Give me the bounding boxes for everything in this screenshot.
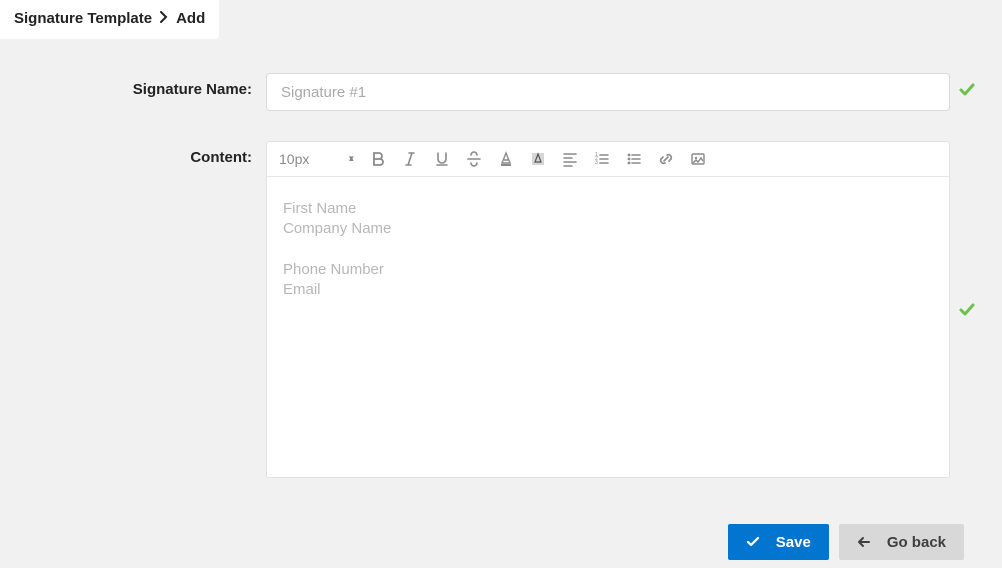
placeholder-first-name: First Name [283,199,933,219]
placeholder-company: Company Name [283,219,933,239]
form: Signature Name: Content: 10px ▲▼ [0,39,1002,518]
field-content: 10px ▲▼ [266,141,950,478]
link-icon[interactable] [657,150,675,168]
row-content: Content: 10px ▲▼ [18,141,984,478]
fontsize-select[interactable]: 10px ▲▼ [279,151,355,167]
underline-icon[interactable] [433,150,451,168]
editor-content[interactable]: First Name Company Name Phone Number Ema… [267,177,949,477]
valid-check-icon [950,301,984,319]
label-content: Content: [18,141,266,166]
label-signature-name: Signature Name: [18,73,266,98]
go-back-button[interactable]: Go back [839,524,964,560]
highlight-icon[interactable] [529,150,547,168]
breadcrumb-root[interactable]: Signature Template [14,10,152,27]
bold-icon[interactable] [369,150,387,168]
chevron-right-icon [160,10,168,27]
unordered-list-icon[interactable] [625,150,643,168]
valid-check-icon [950,73,984,99]
signature-name-input[interactable] [266,73,950,111]
image-icon[interactable] [689,150,707,168]
ordered-list-icon[interactable]: 123 [593,150,611,168]
placeholder-email: Email [283,280,933,300]
strikethrough-icon[interactable] [465,150,483,168]
rich-text-editor: 10px ▲▼ [266,141,950,478]
row-signature-name: Signature Name: [18,73,984,111]
breadcrumb-current: Add [176,10,205,27]
check-icon [746,535,760,549]
footer-actions: Save Go back [0,518,1002,568]
italic-icon[interactable] [401,150,419,168]
placeholder-phone: Phone Number [283,260,933,280]
editor-toolbar: 10px ▲▼ [267,142,949,177]
breadcrumb: Signature Template Add [0,0,219,39]
svg-text:3: 3 [595,160,598,166]
align-icon[interactable] [561,150,579,168]
fontsize-value: 10px [279,151,309,167]
field-signature-name [266,73,950,111]
go-back-label: Go back [887,534,946,551]
font-color-icon[interactable] [497,150,515,168]
arrow-left-icon [857,535,871,549]
save-button[interactable]: Save [728,524,829,560]
save-label: Save [776,534,811,551]
